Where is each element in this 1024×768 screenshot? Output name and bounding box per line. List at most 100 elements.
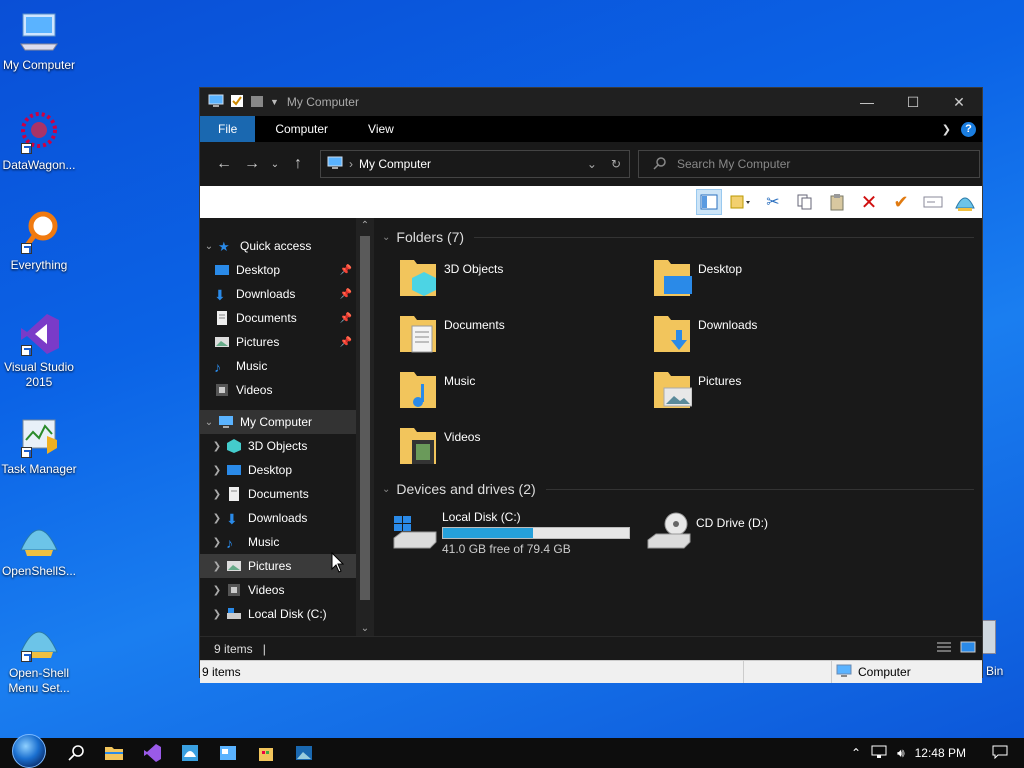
- desktop-icon-openshell-settings[interactable]: Open-Shell Menu Set...: [0, 618, 78, 696]
- quick-access-properties-icon[interactable]: [230, 94, 244, 111]
- openshell-icon[interactable]: [180, 743, 200, 763]
- forward-button[interactable]: →: [238, 155, 266, 173]
- expand-ribbon-chevron-icon[interactable]: ❯: [942, 123, 951, 136]
- collapsed-chevron-icon[interactable]: ❯: [208, 609, 226, 620]
- quick-access-dropdown-icon[interactable]: ▼: [270, 97, 279, 107]
- properties-dropdown-icon[interactable]: [728, 189, 754, 215]
- navigation-scrollbar[interactable]: ⌃ ⌄: [356, 218, 374, 636]
- copy-icon[interactable]: [792, 189, 818, 215]
- nav-3d-objects[interactable]: ❯ 3D Objects: [200, 434, 356, 458]
- help-button[interactable]: ?: [961, 121, 976, 137]
- clock[interactable]: 12:48 PM: [915, 746, 966, 760]
- cut-icon[interactable]: ✂: [760, 189, 786, 215]
- scrollbar-thumb[interactable]: [360, 236, 370, 600]
- file-explorer-icon[interactable]: [104, 743, 124, 763]
- collapsed-chevron-icon[interactable]: ❯: [208, 441, 226, 452]
- desktop-icon-openshell[interactable]: OpenShellS...: [0, 516, 78, 579]
- address-dropdown-chevron-icon[interactable]: ⌄: [587, 157, 597, 171]
- folder-3d-objects[interactable]: 3D Objects: [398, 256, 652, 300]
- desktop-icon-everything[interactable]: Everything: [0, 210, 78, 273]
- nav-documents[interactable]: ❯ Documents: [200, 482, 356, 506]
- nav-quick-pictures[interactable]: Pictures 📌: [200, 330, 356, 354]
- collapsed-chevron-icon[interactable]: ❯: [208, 585, 226, 596]
- app-window-icon[interactable]: [218, 743, 238, 763]
- scroll-down-icon[interactable]: ⌄: [356, 623, 374, 634]
- start-button[interactable]: [12, 734, 46, 768]
- search-icon[interactable]: [66, 743, 86, 763]
- folder-documents[interactable]: Documents: [398, 312, 652, 356]
- group-collapse-chevron-icon[interactable]: ⌄: [382, 232, 390, 243]
- folder-videos[interactable]: Videos: [398, 424, 652, 468]
- expanded-chevron-icon[interactable]: ⌄: [200, 417, 218, 428]
- drives-group-header[interactable]: ⌄ Devices and drives (2): [382, 478, 974, 500]
- folder-name: Music: [444, 374, 476, 388]
- minimize-button[interactable]: —: [844, 88, 890, 116]
- rename-icon[interactable]: [920, 189, 946, 215]
- desktop-icon-my-computer[interactable]: My Computer: [0, 10, 78, 73]
- store-icon[interactable]: [256, 743, 276, 763]
- folders-group-header[interactable]: ⌄ Folders (7): [382, 226, 974, 248]
- notifications-icon[interactable]: [992, 745, 1008, 762]
- expanded-chevron-icon[interactable]: ⌄: [200, 241, 218, 252]
- collapsed-chevron-icon[interactable]: ❯: [208, 537, 226, 548]
- address-input[interactable]: › My Computer ⌄ ↻: [320, 150, 630, 178]
- shortcut-arrow-icon: [21, 345, 32, 356]
- show-hidden-icons-chevron-icon[interactable]: ⌃: [851, 746, 861, 760]
- folder-desktop[interactable]: Desktop: [652, 256, 906, 300]
- nav-quick-access[interactable]: ⌄ ★ Quick access: [200, 234, 356, 258]
- desktop-icon-datawagon[interactable]: DataWagon...: [0, 110, 78, 173]
- nav-quick-documents[interactable]: Documents 📌: [200, 306, 356, 330]
- visual-studio-icon[interactable]: [142, 743, 162, 763]
- back-button[interactable]: ←: [210, 155, 238, 173]
- breadcrumb-separator-icon[interactable]: ›: [349, 157, 353, 171]
- breadcrumb-my-computer[interactable]: My Computer: [359, 157, 431, 171]
- search-input[interactable]: Search My Computer: [638, 150, 980, 178]
- title-bar[interactable]: ▼ My Computer — ☐ ✕: [200, 88, 982, 116]
- delete-icon[interactable]: ✕: [856, 189, 882, 215]
- tab-file[interactable]: File: [200, 116, 256, 142]
- paste-icon[interactable]: [824, 189, 850, 215]
- recent-locations-chevron-icon[interactable]: ⌄: [266, 159, 284, 170]
- properties-check-icon[interactable]: ✔: [888, 189, 914, 215]
- network-icon[interactable]: [871, 745, 887, 762]
- folder-pictures[interactable]: Pictures: [652, 368, 906, 412]
- desktop-icon-task-manager[interactable]: Task Manager: [0, 414, 78, 477]
- drive-local-disk-c[interactable]: Local Disk (C:) 41.0 GB free of 79.4 GB: [392, 510, 646, 556]
- collapsed-chevron-icon[interactable]: ❯: [208, 561, 226, 572]
- tab-view[interactable]: View: [348, 116, 414, 142]
- scroll-up-icon[interactable]: ⌃: [356, 220, 374, 231]
- large-icons-view-icon[interactable]: [960, 641, 976, 656]
- desktop-icon-visual-studio[interactable]: Visual Studio 2015: [0, 312, 78, 390]
- collapsed-chevron-icon[interactable]: ❯: [208, 465, 226, 476]
- close-button[interactable]: ✕: [936, 88, 982, 116]
- nav-quick-desktop[interactable]: Desktop 📌: [200, 258, 356, 282]
- quick-access-new-folder-icon[interactable]: [250, 94, 264, 111]
- collapsed-chevron-icon[interactable]: ❯: [208, 513, 226, 524]
- photos-icon[interactable]: [294, 743, 314, 763]
- maximize-button[interactable]: ☐: [890, 88, 936, 116]
- nav-quick-downloads[interactable]: ⬇ Downloads 📌: [200, 282, 356, 306]
- volume-icon[interactable]: 🔊︎: [897, 746, 905, 761]
- nav-videos[interactable]: ❯ Videos: [200, 578, 356, 602]
- refresh-icon[interactable]: ↻: [611, 157, 621, 171]
- shell-settings-icon[interactable]: [952, 189, 978, 215]
- collapsed-chevron-icon[interactable]: ❯: [208, 489, 226, 500]
- nav-my-computer[interactable]: ⌄ My Computer: [200, 410, 356, 434]
- nav-local-disk[interactable]: ❯ Local Disk (C:): [200, 602, 356, 626]
- nav-downloads[interactable]: ❯ ⬇ Downloads: [200, 506, 356, 530]
- folder-music[interactable]: Music: [398, 368, 652, 412]
- nav-quick-music[interactable]: ♪ Music: [200, 354, 356, 378]
- nav-quick-videos[interactable]: Videos: [200, 378, 356, 402]
- up-button[interactable]: ↑: [284, 155, 312, 173]
- explorer-window[interactable]: ▼ My Computer — ☐ ✕ File Computer View ❯…: [199, 87, 983, 683]
- tab-computer[interactable]: Computer: [255, 116, 348, 142]
- group-collapse-chevron-icon[interactable]: ⌄: [382, 484, 390, 495]
- nav-music[interactable]: ❯ ♪ Music: [200, 530, 356, 554]
- folder-downloads[interactable]: Downloads: [652, 312, 906, 356]
- recycle-bin-icon-label[interactable]: Bin: [986, 664, 1003, 678]
- details-view-icon[interactable]: [936, 641, 952, 656]
- file-list[interactable]: ⌄ Folders (7) 3D Objects Desktop Documen…: [374, 218, 982, 636]
- navigation-pane-toggle-icon[interactable]: [696, 189, 722, 215]
- nav-desktop[interactable]: ❯ Desktop: [200, 458, 356, 482]
- drive-cd-d[interactable]: CD Drive (D:): [646, 510, 900, 556]
